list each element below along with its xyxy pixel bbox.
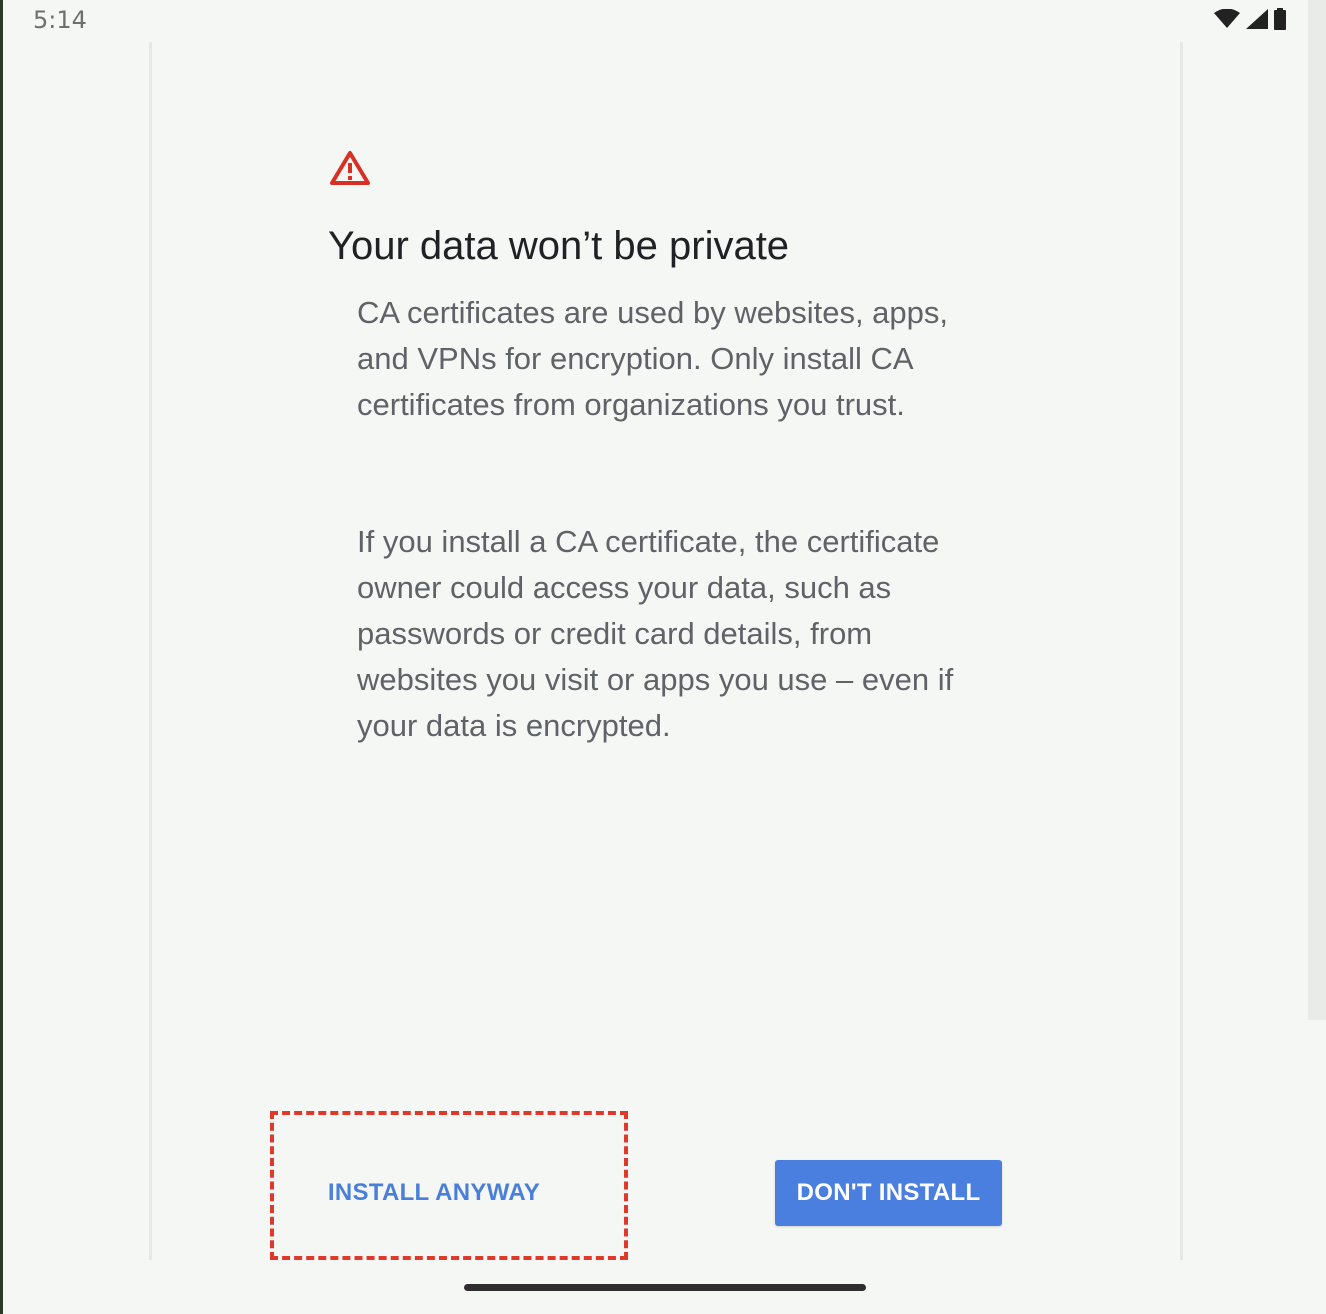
install-anyway-button[interactable]: INSTALL ANYWAY — [309, 1160, 559, 1226]
dont-install-button[interactable]: DON'T INSTALL — [775, 1160, 1002, 1226]
status-icons — [1214, 8, 1286, 30]
wifi-icon — [1214, 9, 1240, 28]
dialog-title: Your data won’t be private — [328, 224, 790, 268]
cellular-signal-icon — [1246, 9, 1268, 29]
status-bar: 5:14 — [3, 0, 1326, 40]
dialog-paragraph-2: If you install a CA certificate, the cer… — [357, 524, 954, 743]
warning-triangle-icon — [330, 151, 370, 185]
status-time: 5:14 — [33, 6, 87, 34]
battery-icon — [1274, 8, 1286, 30]
scroll-edge — [1308, 0, 1326, 1020]
navigation-handle[interactable] — [464, 1284, 866, 1291]
dialog-paragraph-1: CA certificates are used by websites, ap… — [357, 295, 949, 422]
android-screen: 5:14 Your data won’t be private CA certi… — [0, 0, 1326, 1314]
